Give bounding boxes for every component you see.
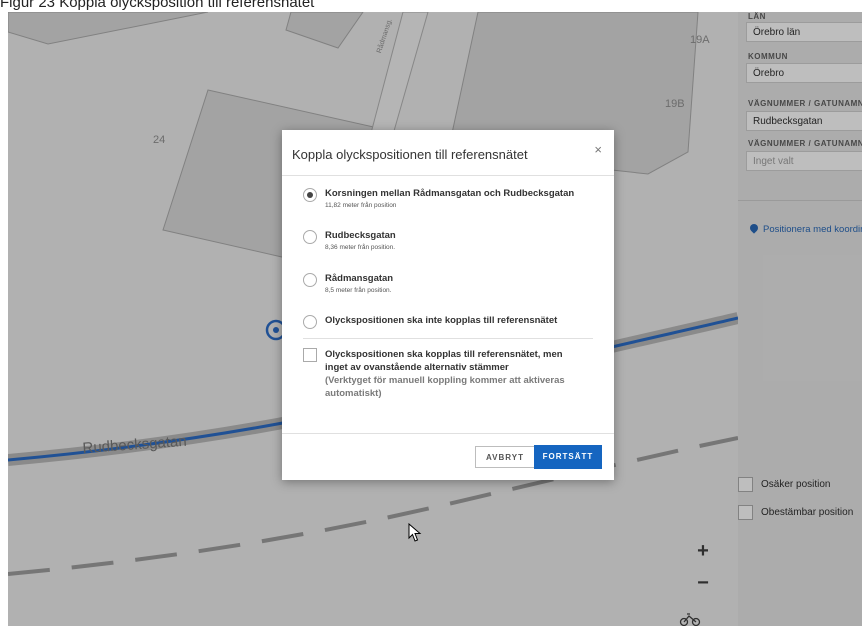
radio-selected-dot — [307, 192, 313, 198]
option-label: Korsningen mellan Rådmansgatan och Rudbe… — [325, 188, 575, 199]
dialog-title: Koppla olyckspositionen till referensnät… — [292, 147, 528, 162]
option-korsningen[interactable]: Korsningen mellan Rådmansgatan och Rudbe… — [303, 188, 574, 209]
dialog-footer-divider — [282, 433, 614, 434]
radio-korsningen[interactable] — [303, 188, 317, 202]
dialog-header-divider — [282, 175, 614, 176]
checkbox-label: Olyckspositionen ska kopplas till refere… — [325, 349, 563, 373]
close-icon[interactable]: × — [594, 142, 602, 157]
mouse-cursor-icon — [408, 523, 422, 542]
radio-radmansgatan[interactable] — [303, 273, 317, 287]
manual-coupling-checkbox[interactable]: Olyckspositionen ska kopplas till refere… — [303, 348, 587, 400]
options-divider — [303, 338, 593, 339]
option-distance: 8,5 meter från position. — [325, 287, 392, 294]
continue-button[interactable]: FORTSÄTT — [534, 445, 602, 469]
koppla-dialog: Koppla olyckspositionen till referensnät… — [282, 130, 614, 480]
option-inte-kopplas[interactable]: Olyckspositionen ska inte kopplas till r… — [303, 315, 557, 329]
cancel-button[interactable]: AVBRYT — [475, 446, 535, 468]
radio-inte-kopplas[interactable] — [303, 315, 317, 329]
figure-caption: Figur 23 Koppla olycksposition till refe… — [0, 0, 315, 11]
option-distance: 11,82 meter från position — [325, 202, 397, 209]
option-radmansgatan[interactable]: Rådmansgatan 8,5 meter från position. — [303, 273, 393, 294]
checkbox-note: (Verktyget för manuell koppling kommer a… — [325, 375, 565, 399]
option-label: Olyckspositionen ska inte kopplas till r… — [325, 315, 558, 326]
manual-coupling-checkbox-box[interactable] — [303, 348, 317, 362]
option-rudbecksgatan[interactable]: Rudbecksgatan 8,36 meter från position. — [303, 230, 396, 251]
option-label: Rudbecksgatan — [325, 230, 396, 241]
option-distance: 8,36 meter från position. — [325, 244, 396, 251]
option-label: Rådmansgatan — [325, 273, 394, 284]
radio-rudbecksgatan[interactable] — [303, 230, 317, 244]
